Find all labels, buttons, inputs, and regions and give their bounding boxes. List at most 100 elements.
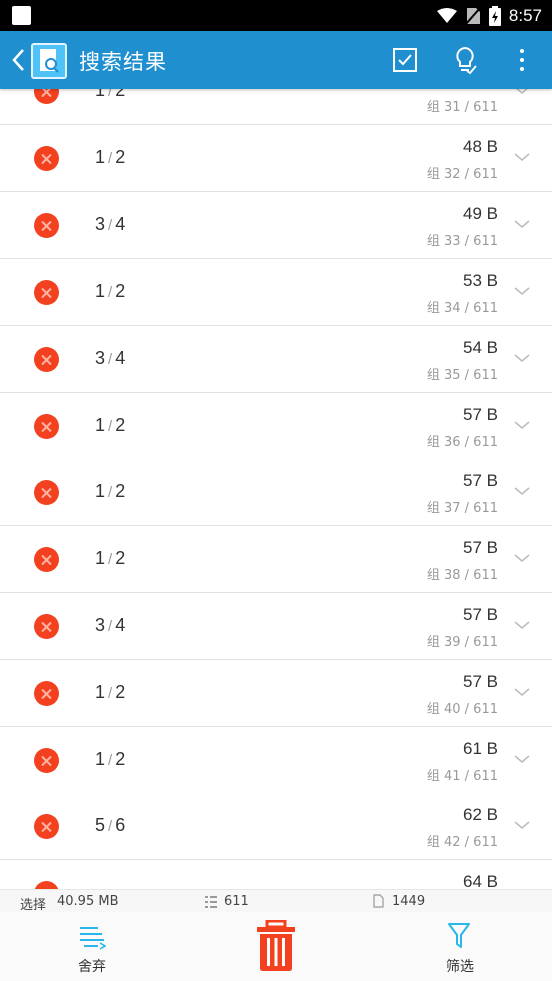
- select-all-checkbox-icon[interactable]: [390, 45, 420, 75]
- document-search-icon: [40, 49, 59, 73]
- file-size: 57 B: [463, 471, 498, 490]
- list-item[interactable]: 1/2 61 B 组 41 / 611: [0, 727, 552, 794]
- chevron-down-icon[interactable]: [514, 553, 530, 563]
- frac-numerator: 1: [95, 415, 106, 435]
- frac-numerator: 3: [95, 348, 106, 368]
- chevron-down-icon[interactable]: [514, 353, 530, 363]
- status-time: 8:57: [508, 5, 542, 25]
- filter-label: 筛选: [446, 959, 474, 975]
- bottom-action-bar: 舍弃 筛选: [0, 912, 552, 981]
- chevron-down-icon[interactable]: [514, 620, 530, 630]
- slash: /: [108, 150, 113, 167]
- chevron-down-icon[interactable]: [514, 754, 530, 764]
- discard-label: 舍弃: [78, 959, 106, 975]
- delete-mark-icon[interactable]: [34, 280, 59, 305]
- frac-denominator: 2: [115, 147, 126, 167]
- group-label: 组 37 / 611: [426, 501, 498, 516]
- chevron-down-icon[interactable]: [514, 486, 530, 496]
- delete-mark-icon[interactable]: [34, 814, 59, 839]
- file-size: 57 B: [463, 405, 498, 424]
- list-item[interactable]: 1/2 组 31 / 611: [0, 89, 552, 125]
- list-item[interactable]: 1/2 57 B 组 38 / 611: [0, 526, 552, 593]
- delete-mark-icon[interactable]: [34, 146, 59, 171]
- frac-numerator: 1: [95, 89, 106, 100]
- frac-denominator: 2: [115, 481, 126, 501]
- delete-mark-icon[interactable]: [34, 681, 59, 706]
- list-item[interactable]: 3/4 49 B 组 33 / 611: [0, 192, 552, 259]
- lightbulb-icon[interactable]: [450, 45, 480, 75]
- delete-mark-icon[interactable]: [34, 480, 59, 505]
- frac-numerator: 5: [95, 815, 106, 835]
- result-list[interactable]: 1/2 组 31 / 611 1/2 48 B 组 32 / 611 3/4 4…: [0, 89, 552, 889]
- no-sim-icon: [465, 6, 481, 25]
- overflow-menu-icon[interactable]: [507, 45, 537, 75]
- delete-mark-icon[interactable]: [34, 547, 59, 572]
- selection-stats-bar: 选择 40.95 MB 611 1449: [0, 889, 552, 913]
- list-item[interactable]: 1/2 57 B 组 40 / 611: [0, 660, 552, 727]
- slash: /: [108, 89, 113, 100]
- file-size: 61 B: [463, 739, 498, 758]
- frac-denominator: 4: [115, 214, 126, 234]
- group-label: 组 42 / 611: [426, 835, 498, 850]
- group-label: 组 38 / 611: [426, 568, 498, 583]
- list-item[interactable]: 3/4 54 B 组 35 / 611: [0, 326, 552, 393]
- slash: /: [108, 284, 113, 301]
- frac-numerator: 1: [95, 481, 106, 501]
- delete-mark-icon[interactable]: [34, 89, 59, 104]
- file-size: 53 B: [463, 271, 498, 290]
- list-item[interactable]: 1/2 57 B 组 36 / 611: [0, 393, 552, 460]
- chevron-down-icon[interactable]: [514, 420, 530, 430]
- files-count: 1449: [392, 894, 426, 909]
- delete-mark-icon[interactable]: [34, 748, 59, 773]
- group-label: 组 34 / 611: [426, 301, 498, 316]
- list-item[interactable]: 1/2 48 B 组 32 / 611: [0, 125, 552, 192]
- page-title: 搜索结果: [79, 50, 167, 74]
- frac-numerator: 3: [95, 615, 106, 635]
- delete-mark-icon[interactable]: [34, 213, 59, 238]
- chevron-down-icon[interactable]: [514, 152, 530, 162]
- file-size: 64 B: [463, 872, 498, 889]
- slash: /: [108, 685, 113, 702]
- frac-numerator: 1: [95, 147, 106, 167]
- group-label: 组 40 / 611: [426, 702, 498, 717]
- chevron-down-icon[interactable]: [514, 687, 530, 697]
- discard-button[interactable]: 舍弃: [62, 918, 122, 978]
- filter-button[interactable]: 筛选: [432, 918, 492, 978]
- list-item[interactable]: 3/4 57 B 组 39 / 611: [0, 593, 552, 660]
- delete-mark-icon[interactable]: [34, 614, 59, 639]
- slash: /: [108, 484, 113, 501]
- wifi-icon: [436, 7, 457, 23]
- chevron-down-icon[interactable]: [514, 820, 530, 830]
- back-arrow-icon[interactable]: [8, 45, 28, 75]
- slash: /: [108, 618, 113, 635]
- chevron-down-icon[interactable]: [514, 286, 530, 296]
- list-item[interactable]: 64 B: [0, 860, 552, 889]
- slash: /: [108, 418, 113, 435]
- list-item[interactable]: 5/6 62 B 组 42 / 611: [0, 793, 552, 860]
- group-label: 组 33 / 611: [426, 234, 498, 249]
- battery-charging-icon: [488, 5, 501, 26]
- delete-mark-icon[interactable]: [34, 347, 59, 372]
- slash: /: [108, 818, 113, 835]
- slash: /: [108, 551, 113, 568]
- frac-denominator: 2: [115, 415, 126, 435]
- frac-numerator: 1: [95, 281, 106, 301]
- list-item[interactable]: 1/2 57 B 组 37 / 611: [0, 459, 552, 526]
- discard-list-icon: [80, 927, 106, 950]
- file-size: 49 B: [463, 204, 498, 223]
- frac-denominator: 6: [115, 815, 126, 835]
- frac-denominator: 2: [115, 548, 126, 568]
- group-label: 组 32 / 611: [426, 167, 498, 182]
- frac-numerator: 1: [95, 682, 106, 702]
- file-size: 57 B: [463, 605, 498, 624]
- group-label: 组 31 / 611: [426, 100, 498, 115]
- file-size: 57 B: [463, 672, 498, 691]
- groups-icon: [205, 896, 217, 908]
- trash-icon[interactable]: [255, 920, 297, 972]
- chevron-down-icon[interactable]: [514, 89, 530, 95]
- delete-mark-icon[interactable]: [34, 414, 59, 439]
- delete-mark-icon[interactable]: [34, 881, 59, 889]
- list-item[interactable]: 1/2 53 B 组 34 / 611: [0, 259, 552, 326]
- chevron-down-icon[interactable]: [514, 219, 530, 229]
- frac-denominator: 2: [115, 682, 126, 702]
